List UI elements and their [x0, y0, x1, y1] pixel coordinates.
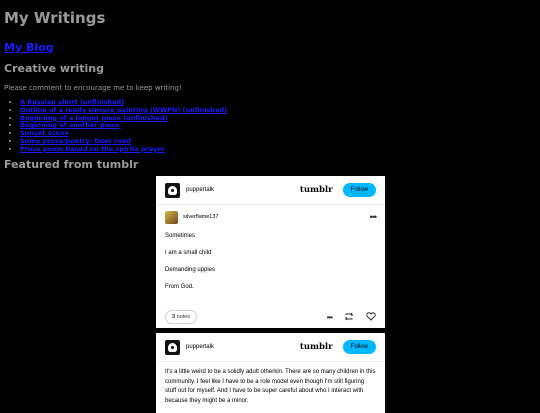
dog-icon [168, 342, 177, 352]
post-body: It's a little weird to be a solidly adul… [156, 362, 385, 406]
writing-link[interactable]: Sunset scene [20, 129, 69, 137]
post-author[interactable]: puppertalk [186, 344, 214, 350]
post-line: Sometimes [165, 233, 196, 239]
writing-link[interactable]: Beginning of another piece [20, 121, 119, 129]
post-header: puppertalk tumblr Follow [156, 176, 385, 205]
avatar[interactable] [165, 182, 180, 198]
post-body: Sometimes I am a small child Demanding u… [156, 229, 385, 291]
writing-link[interactable]: Some prose/poetry: Deer road [20, 137, 131, 145]
my-blog-link[interactable]: My Blog [4, 41, 54, 54]
post-line: From God. [165, 284, 194, 290]
list-item: Beginning of another piece [20, 121, 536, 130]
tumblr-logo[interactable]: tumblr [300, 185, 333, 195]
writing-link[interactable]: Prose poem based on the spirits prayer [20, 145, 165, 153]
post-header: puppertalk tumblr Follow [156, 333, 385, 362]
notes-label: notes [176, 314, 191, 320]
notes-count: 3 [172, 314, 176, 320]
reblog-row: silverflame137 ••• [156, 205, 385, 229]
reblog-icon[interactable] [344, 312, 354, 323]
blog-link-heading: My Blog [4, 41, 536, 55]
page: My Writings My Blog Creative writing Ple… [0, 0, 540, 172]
post-author[interactable]: puppertalk [186, 187, 214, 193]
tumblr-post-card: puppertalk tumblr Follow It's a little w… [156, 333, 385, 413]
more-icon[interactable]: ••• [370, 212, 378, 222]
writing-link[interactable]: Beginning of a longer piece (unfinished) [20, 114, 168, 122]
more-icon[interactable]: ••• [327, 313, 333, 322]
avatar[interactable] [165, 339, 180, 355]
dog-icon [168, 185, 177, 195]
writing-links-list: A Russian short (unfinished) Outline of … [4, 98, 536, 154]
post-footer: 3 notes ••• [156, 306, 385, 328]
post-line: I am a small child [165, 250, 212, 256]
writing-link[interactable]: A Russian short (unfinished) [20, 98, 124, 106]
page-title: My Writings [4, 9, 106, 27]
featured-heading: Featured from tumblr [4, 157, 139, 171]
tumblr-logo[interactable]: tumblr [300, 342, 333, 352]
avatar[interactable] [165, 210, 178, 224]
list-item: Prose poem based on the spirits prayer [20, 145, 536, 154]
writing-link[interactable]: Outline of a really sincere painting (WW… [20, 106, 227, 114]
tumblr-post-card: puppertalk tumblr Follow silverflame137 … [156, 176, 385, 328]
notes-button[interactable]: 3 notes [165, 310, 198, 324]
intro-text: Please comment to encourage me to keep w… [4, 84, 182, 92]
post-text: It's a little weird to be a solidly adul… [165, 369, 376, 404]
follow-button[interactable]: Follow [342, 183, 376, 197]
reblog-author[interactable]: silverflame137 [183, 214, 218, 220]
post-line: Demanding uppies [165, 267, 216, 273]
follow-button[interactable]: Follow [342, 340, 376, 354]
creative-writing-heading: Creative writing [4, 62, 104, 75]
heart-icon[interactable] [366, 311, 376, 323]
